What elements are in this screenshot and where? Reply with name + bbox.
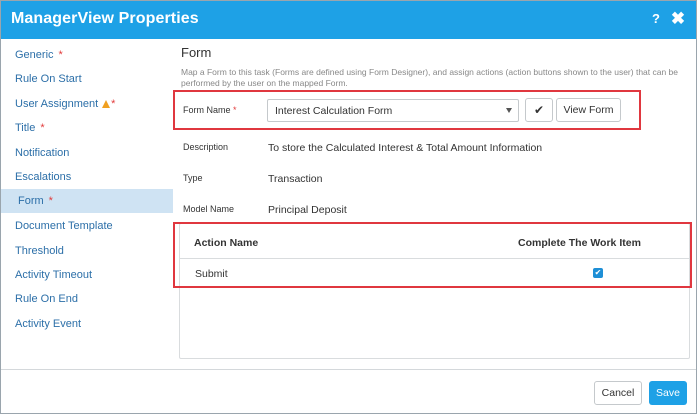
form-name-label-text: Form Name [183,105,231,115]
sidebar-item-escalations[interactable]: Escalations [1,165,173,189]
sidebar-item-activity-timeout[interactable]: Activity Timeout [1,263,173,287]
description-value: To store the Calculated Interest & Total… [268,142,543,154]
form-panel: Form Map a Form to this task (Forms are … [173,39,696,369]
sidebar-item-generic[interactable]: Generic * [1,43,173,67]
chevron-down-icon [506,108,512,113]
required-marker: * [48,195,53,207]
form-name-selected-value: Interest Calculation Form [275,105,393,117]
sidebar-item-label: User Assignment [15,98,99,110]
sidebar-item-rule-on-start[interactable]: Rule On Start [1,67,173,91]
form-name-select[interactable]: Interest Calculation Form [267,99,519,122]
model-name-label: Model Name [183,204,235,214]
sidebar-item-threshold[interactable]: Threshold [1,239,173,263]
sidebar-item-label: Escalations [15,171,72,183]
required-marker: * [58,49,63,61]
form-name-label: Form Name * [183,105,237,115]
sidebar-item-form[interactable]: Form * [1,189,173,213]
sidebar-item-activity-event[interactable]: Activity Event [1,312,173,336]
view-form-button[interactable]: View Form [556,98,621,122]
help-icon[interactable]: ? [649,11,663,27]
sidebar-item-label: Title [15,122,36,134]
check-icon: ✔ [533,103,545,117]
cancel-button[interactable]: Cancel [594,381,642,405]
actions-table-highlight [173,222,692,288]
confirm-form-button[interactable]: ✔ [525,98,553,122]
description-label: Description [183,142,229,152]
sidebar-item-label: Form [18,195,44,207]
sidebar-item-notification[interactable]: Notification [1,141,173,165]
section-description: Map a Form to this task (Forms are defin… [181,67,679,88]
sidebar-item-label: Rule On End [15,293,78,305]
type-label: Type [183,173,203,183]
sidebar-item-label: Generic [15,49,54,61]
sidebar-item-label: Activity Timeout [15,269,93,281]
sidebar-item-user-assignment[interactable]: User Assignment * [1,92,173,116]
required-marker: * [40,122,45,134]
save-button[interactable]: Save [649,381,687,405]
title-bar: ManagerView Properties ? ✖ [1,1,696,39]
sidebar-nav: Generic * Rule On Start User Assignment * … [1,39,173,369]
sidebar-item-label: Document Template [15,220,113,232]
sidebar-item-title[interactable]: Title * [1,116,173,140]
warning-triangle-icon [102,100,111,108]
close-icon[interactable]: ✖ [670,9,686,28]
sidebar-item-label: Rule On Start [15,73,82,85]
type-value: Transaction [268,173,323,185]
required-marker: * [233,105,237,115]
sidebar-item-document-template[interactable]: Document Template [1,214,173,238]
properties-dialog: ManagerView Properties ? ✖ Generic * Rule… [0,0,697,414]
sidebar-item-label: Threshold [15,245,64,257]
sidebar-item-label: Notification [15,147,70,159]
dialog-title: ManagerView Properties [11,10,199,27]
sidebar-item-rule-on-end[interactable]: Rule On End [1,287,173,311]
model-name-value: Principal Deposit [268,204,347,216]
required-marker: * [111,98,116,110]
sidebar-item-label: Activity Event [15,318,82,330]
footer-divider [1,369,696,370]
section-title: Form [181,45,212,60]
